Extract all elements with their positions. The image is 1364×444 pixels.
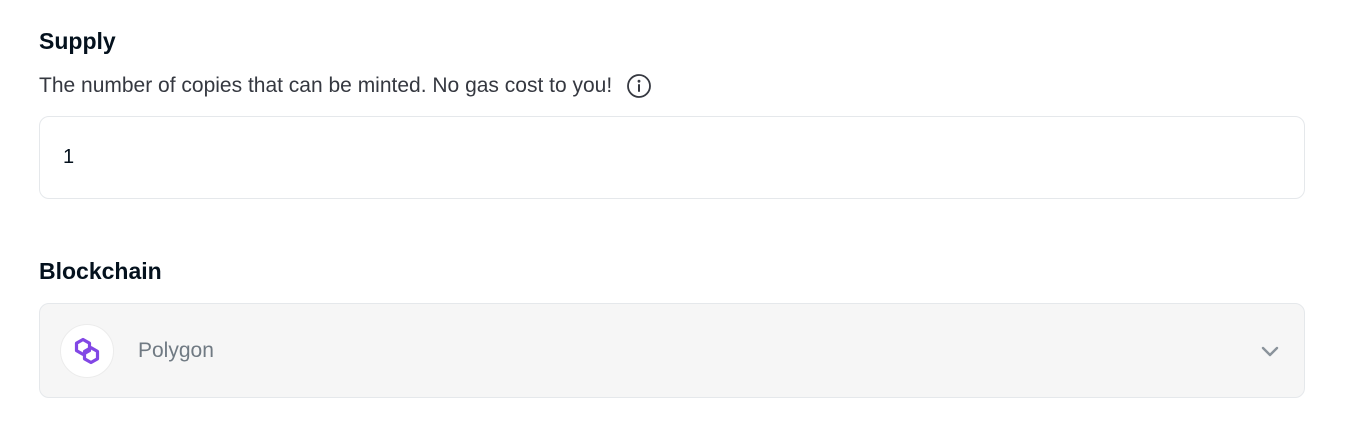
supply-field: Supply The number of copies that can be … [39,24,1305,199]
supply-description-row: The number of copies that can be minted.… [39,70,1305,102]
supply-input[interactable] [39,116,1305,199]
blockchain-selected-value: Polygon [138,338,214,362]
blockchain-field: Blockchain Polygon [39,254,1305,398]
blockchain-label: Blockchain [39,258,162,284]
polygon-logo-icon [60,323,114,378]
blockchain-select[interactable]: Polygon [39,303,1305,398]
info-icon[interactable] [626,73,652,99]
supply-label: Supply [39,28,116,54]
chevron-down-icon[interactable] [1258,339,1282,363]
supply-description: The number of copies that can be minted.… [39,74,613,97]
